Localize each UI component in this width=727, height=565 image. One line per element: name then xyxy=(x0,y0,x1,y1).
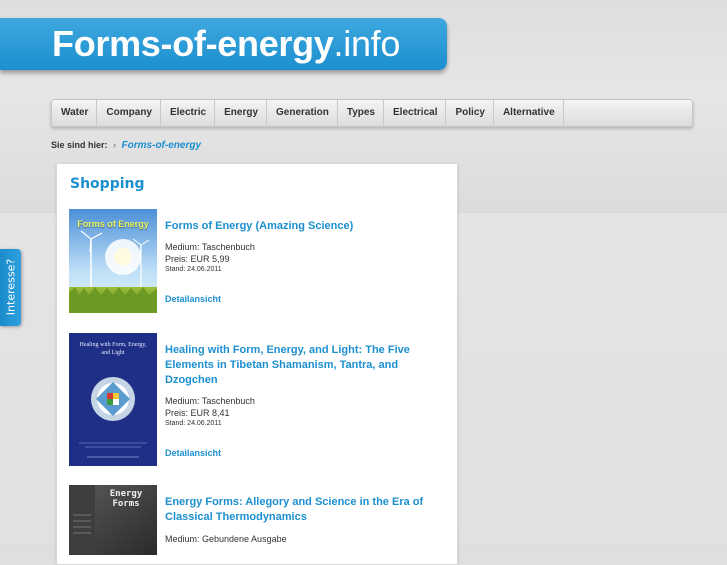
product-info: Healing with Form, Energy, and Light: Th… xyxy=(165,333,450,460)
site-title-ext: .info xyxy=(333,23,401,64)
product-title-link[interactable]: Forms of Energy (Amazing Science) xyxy=(165,219,450,234)
nav-item-company[interactable]: Company xyxy=(97,100,161,126)
product-medium: Medium: Gebundene Ausgabe xyxy=(165,534,287,544)
nav-item-policy[interactable]: Policy xyxy=(446,100,494,126)
section-title: Shopping xyxy=(70,176,145,192)
product-info: Energy Forms: Allegory and Science in th… xyxy=(165,485,450,545)
breadcrumb-label: Sie sind hier: xyxy=(51,140,108,150)
book-cover-title: Forms of Energy xyxy=(77,219,149,229)
breadcrumb: Sie sind hier: › Forms-of-energy xyxy=(51,140,201,151)
book-cover-image[interactable]: Forms of Energy xyxy=(69,209,157,313)
product-price: Preis: EUR 8,41 xyxy=(165,408,230,418)
nav-item-electric[interactable]: Electric xyxy=(161,100,216,126)
book-cover-title: Healing with Form, Energy, and Light xyxy=(79,342,147,356)
product-title-link[interactable]: Healing with Form, Energy, and Light: Th… xyxy=(165,343,450,388)
product-price: Preis: EUR 5,99 xyxy=(165,254,230,264)
nav-item-energy[interactable]: Energy xyxy=(215,100,268,126)
shopping-panel: Shopping Forms of Energy Forms of Energy… xyxy=(56,163,458,565)
nav-item-generation[interactable]: Generation xyxy=(267,100,338,126)
interest-side-tab-label: Interesse? xyxy=(4,258,18,316)
product-date: Stand: 24.06.2011 xyxy=(165,420,222,427)
product-medium: Medium: Taschenbuch xyxy=(165,396,255,406)
product-date: Stand: 24.06.2011 xyxy=(165,266,222,273)
site-title[interactable]: Forms-of-energy.info xyxy=(52,22,400,66)
nav-item-types[interactable]: Types xyxy=(338,100,384,126)
main-nav: Water Company Electric Energy Generation… xyxy=(51,99,693,127)
breadcrumb-current-link[interactable]: Forms-of-energy xyxy=(122,140,201,151)
product-title-link[interactable]: Energy Forms: Allegory and Science in th… xyxy=(165,495,450,525)
book-cover-title: Energy Forms xyxy=(109,489,143,509)
breadcrumb-separator: › xyxy=(113,140,117,150)
detail-view-link[interactable]: Detailansicht xyxy=(165,294,221,304)
nav-item-electrical[interactable]: Electrical xyxy=(384,100,447,126)
detail-view-link[interactable]: Detailansicht xyxy=(165,448,221,458)
product-info: Forms of Energy (Amazing Science) Medium… xyxy=(165,209,450,306)
site-title-main: Forms-of-energy xyxy=(52,23,334,64)
product-medium: Medium: Taschenbuch xyxy=(165,242,255,252)
nav-item-water[interactable]: Water xyxy=(52,100,98,126)
interest-side-tab[interactable]: Interesse? xyxy=(0,249,21,326)
book-cover-image[interactable]: Healing with Form, Energy, and Light xyxy=(69,333,157,466)
nav-item-alternative[interactable]: Alternative xyxy=(494,100,564,126)
